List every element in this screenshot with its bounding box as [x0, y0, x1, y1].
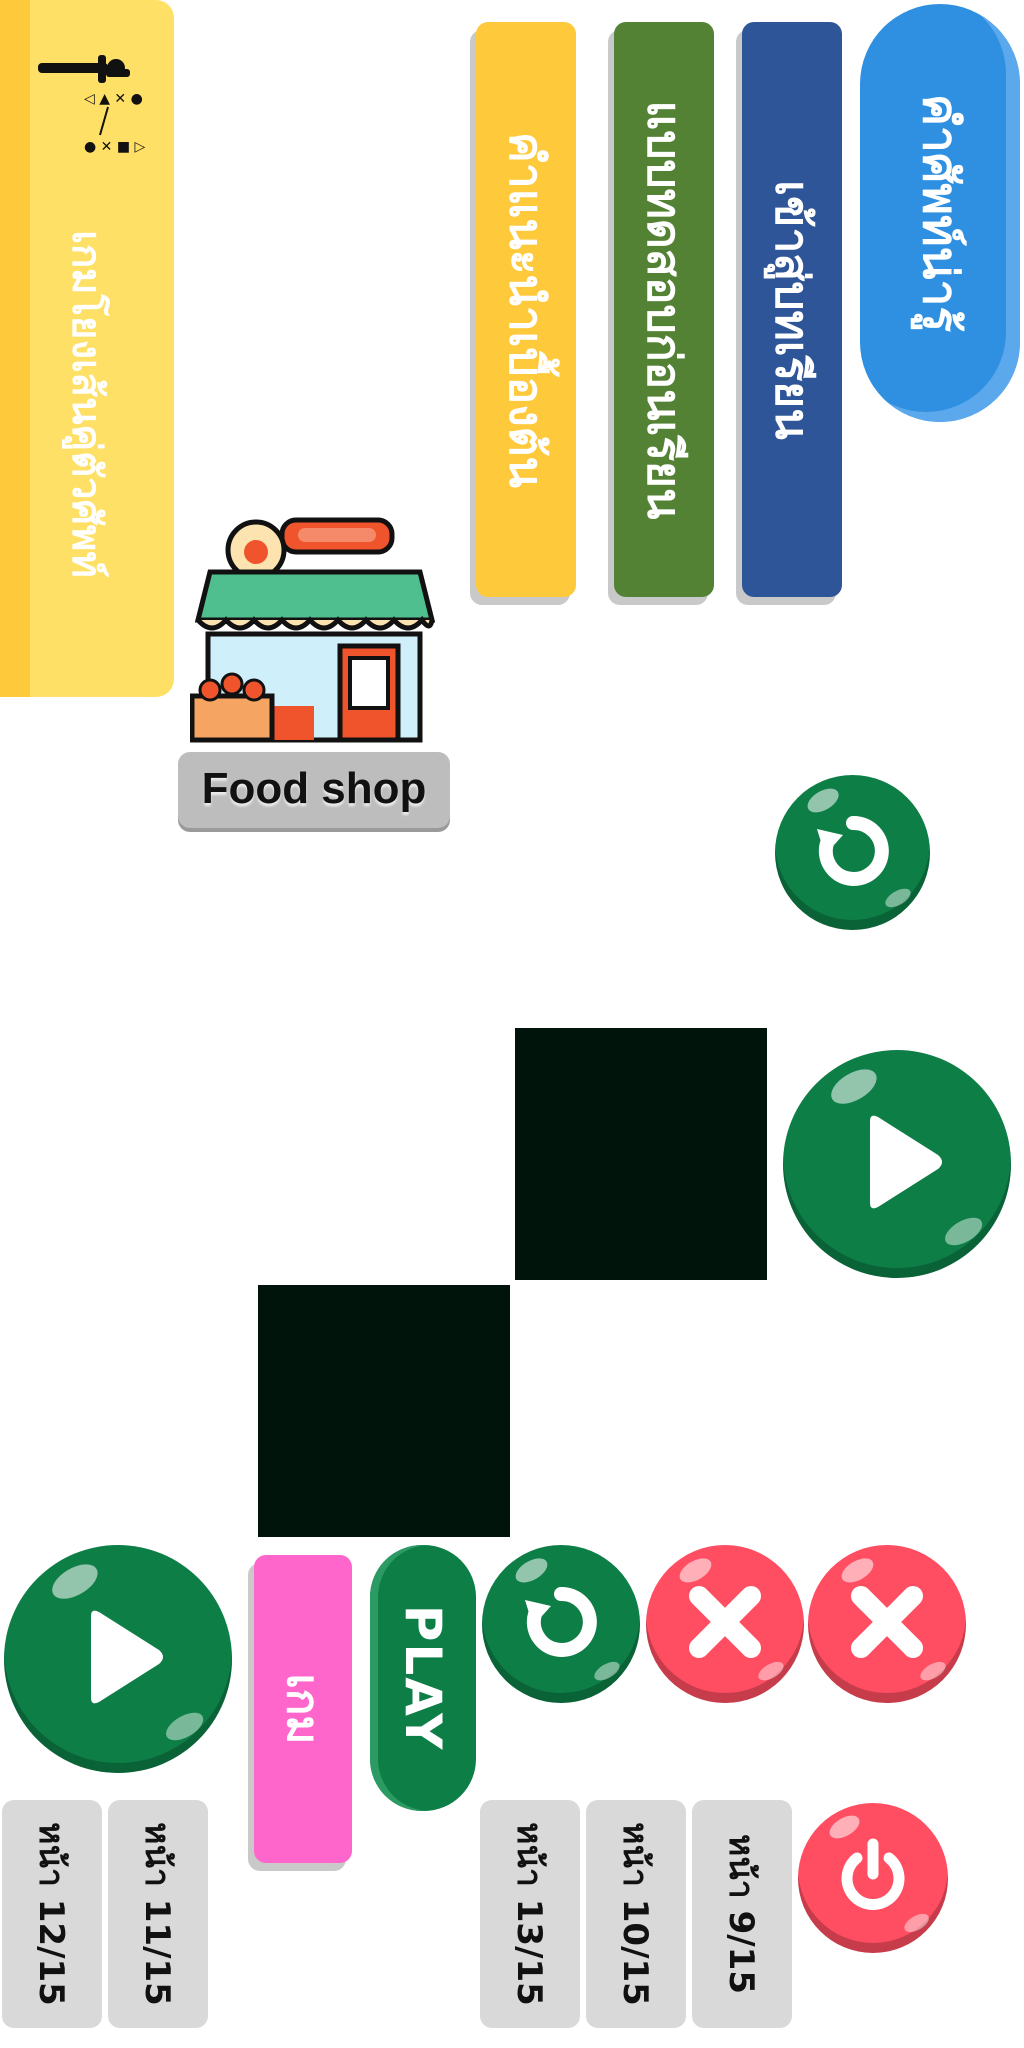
play-button-left[interactable]: [4, 1545, 232, 1773]
replay-icon: [521, 1582, 601, 1666]
play-icon: [63, 1602, 173, 1716]
enter-lesson-button[interactable]: เข้าสู่บทเรียน: [742, 22, 842, 597]
vocab-button-label: คำศัพท์น่ารู้: [912, 93, 968, 333]
replay-button-bottom[interactable]: [482, 1545, 640, 1703]
page-label-9: หน้า 9/15: [692, 1800, 792, 2028]
page-label-10: หน้า 10/15: [586, 1800, 686, 2028]
pretest-label: แบบทดสอบก่อนเรียน: [637, 100, 692, 519]
black-box-top: [515, 1028, 767, 1280]
power-icon: [833, 1836, 913, 1920]
page-label-12: หน้า 12/15: [2, 1800, 102, 2028]
power-button[interactable]: [798, 1803, 948, 1953]
svg-text:● ✕ ■ ▷: ● ✕ ■ ▷: [84, 139, 146, 155]
page-label-9-text: หน้า 9/15: [721, 1834, 761, 1994]
page-label-13: หน้า 13/15: [480, 1800, 580, 2028]
intro-advice-button[interactable]: คำแนะนำเบื้องต้น: [476, 22, 576, 597]
title-banner: ◁ ▲ ✕ ● ● ✕ ■ ▷ เกมโยงเส้นคู่ตัวศัพท์: [0, 0, 174, 697]
banner-title: เกมโยงเส้นคู่ตัวศัพท์: [63, 230, 109, 578]
play-icon: [842, 1107, 952, 1221]
page-label-12-text: หน้า 12/15: [31, 1822, 71, 2006]
page-label-11: หน้า 11/15: [108, 1800, 208, 2028]
shop-icon[interactable]: [189, 512, 440, 752]
pretest-button[interactable]: แบบทดสอบก่อนเรียน: [614, 22, 714, 597]
vocab-button[interactable]: คำศัพท์น่ารู้: [860, 4, 1020, 422]
game-button[interactable]: เกม: [254, 1555, 352, 1863]
page-label-10-text: หน้า 10/15: [615, 1822, 655, 2006]
replay-button-top[interactable]: [775, 775, 930, 930]
strategy-icon: ◁ ▲ ✕ ● ● ✕ ■ ▷: [36, 55, 154, 155]
food-shop-label-box[interactable]: Food shop: [178, 752, 450, 828]
svg-text:◁ ▲ ✕ ●: ◁ ▲ ✕ ●: [84, 91, 143, 107]
enter-lesson-label: เข้าสู่บทเรียน: [765, 179, 820, 440]
game-button-label: เกม: [277, 1673, 328, 1745]
page-label-13-text: หน้า 13/15: [509, 1822, 549, 2006]
food-shop-label: Food shop: [201, 764, 427, 813]
play-button-right[interactable]: [783, 1050, 1011, 1278]
play-pill-button[interactable]: PLAY: [370, 1545, 476, 1811]
black-box-bottom: [258, 1285, 510, 1537]
close-icon: [847, 1582, 927, 1666]
play-pill-label: PLAY: [394, 1604, 452, 1752]
page-label-11-text: หน้า 11/15: [137, 1822, 177, 2006]
intro-advice-label: คำแนะนำเบื้องต้น: [499, 131, 554, 488]
replay-icon: [813, 811, 893, 895]
close-button-1[interactable]: [646, 1545, 804, 1703]
close-button-2[interactable]: [808, 1545, 966, 1703]
close-icon: [685, 1582, 765, 1666]
